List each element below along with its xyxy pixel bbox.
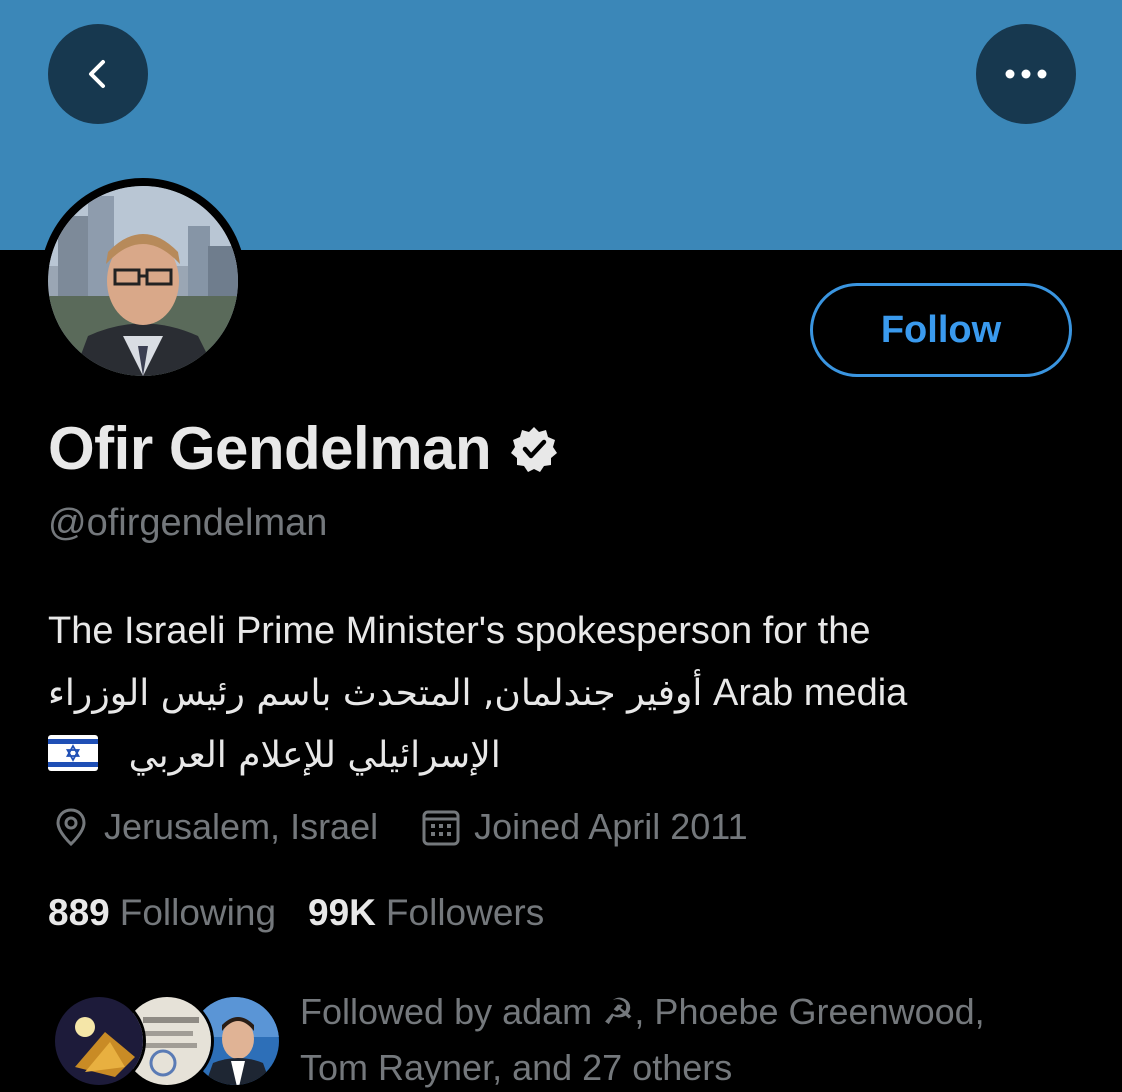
- bio-line-1: The Israeli Prime Minister's spokesperso…: [48, 610, 871, 652]
- more-options-button[interactable]: [976, 24, 1076, 124]
- mutual-followers-avatars[interactable]: [52, 994, 282, 1092]
- more-horizontal-icon: [1005, 69, 1047, 79]
- display-name: Ofir Gendelman: [48, 415, 492, 482]
- followers-label[interactable]: Followers: [386, 892, 544, 934]
- follow-button[interactable]: Follow: [810, 283, 1072, 377]
- profile-meta-row: Jerusalem, Israel Joined April 2011: [50, 806, 748, 848]
- profile-avatar-frame: [40, 178, 246, 384]
- profile-stats-row: 889 Following 99K Followers: [48, 892, 544, 934]
- following-label[interactable]: Following: [120, 892, 276, 934]
- joined-text: Joined April 2011: [474, 806, 748, 847]
- followers-count[interactable]: 99K: [308, 892, 376, 934]
- location-item: Jerusalem, Israel: [50, 806, 378, 848]
- verified-badge-icon: [511, 426, 558, 472]
- calendar-icon: [422, 810, 460, 846]
- back-button[interactable]: [48, 24, 148, 124]
- israel-flag-icon: [48, 734, 98, 771]
- location-text: Jerusalem, Israel: [104, 806, 379, 847]
- profile-bio: The Israeli Prime Minister's spokesperso…: [48, 600, 1058, 786]
- joined-item: Joined April 2011: [420, 806, 748, 848]
- profile-avatar[interactable]: [48, 186, 238, 376]
- profile-page: Follow Ofir Gendelman @ofirgendelman The…: [0, 0, 1122, 1092]
- location-pin-icon: [56, 808, 86, 847]
- mutual-follower-avatar: [52, 994, 146, 1088]
- bio-latin-text: Arab media: [712, 672, 908, 714]
- following-count[interactable]: 889: [48, 892, 110, 934]
- avatar-photo: [48, 186, 238, 376]
- profile-name-row: Ofir Gendelman: [48, 414, 559, 483]
- bio-arabic-text-2: الإسرائيلي للإعلام العربي: [128, 735, 501, 776]
- chevron-left-icon: [89, 60, 105, 88]
- bio-line-2: أوفير جندلمان, المتحدث باسم رئيس الوزراء…: [48, 662, 1058, 724]
- followed-by-line-1: Followed by adam ☭, Phoebe Greenwood,: [300, 991, 985, 1032]
- followed-by-line-2: Tom Rayner, and 27 others: [300, 1047, 733, 1088]
- bio-arabic-text-1: أوفير جندلمان, المتحدث باسم رئيس الوزراء: [48, 673, 703, 714]
- profile-handle: @ofirgendelman: [48, 502, 328, 544]
- bio-line-3: الإسرائيلي للإعلام العربي: [48, 724, 1058, 786]
- followed-by-text[interactable]: Followed by adam ☭, Phoebe Greenwood, To…: [300, 984, 1080, 1092]
